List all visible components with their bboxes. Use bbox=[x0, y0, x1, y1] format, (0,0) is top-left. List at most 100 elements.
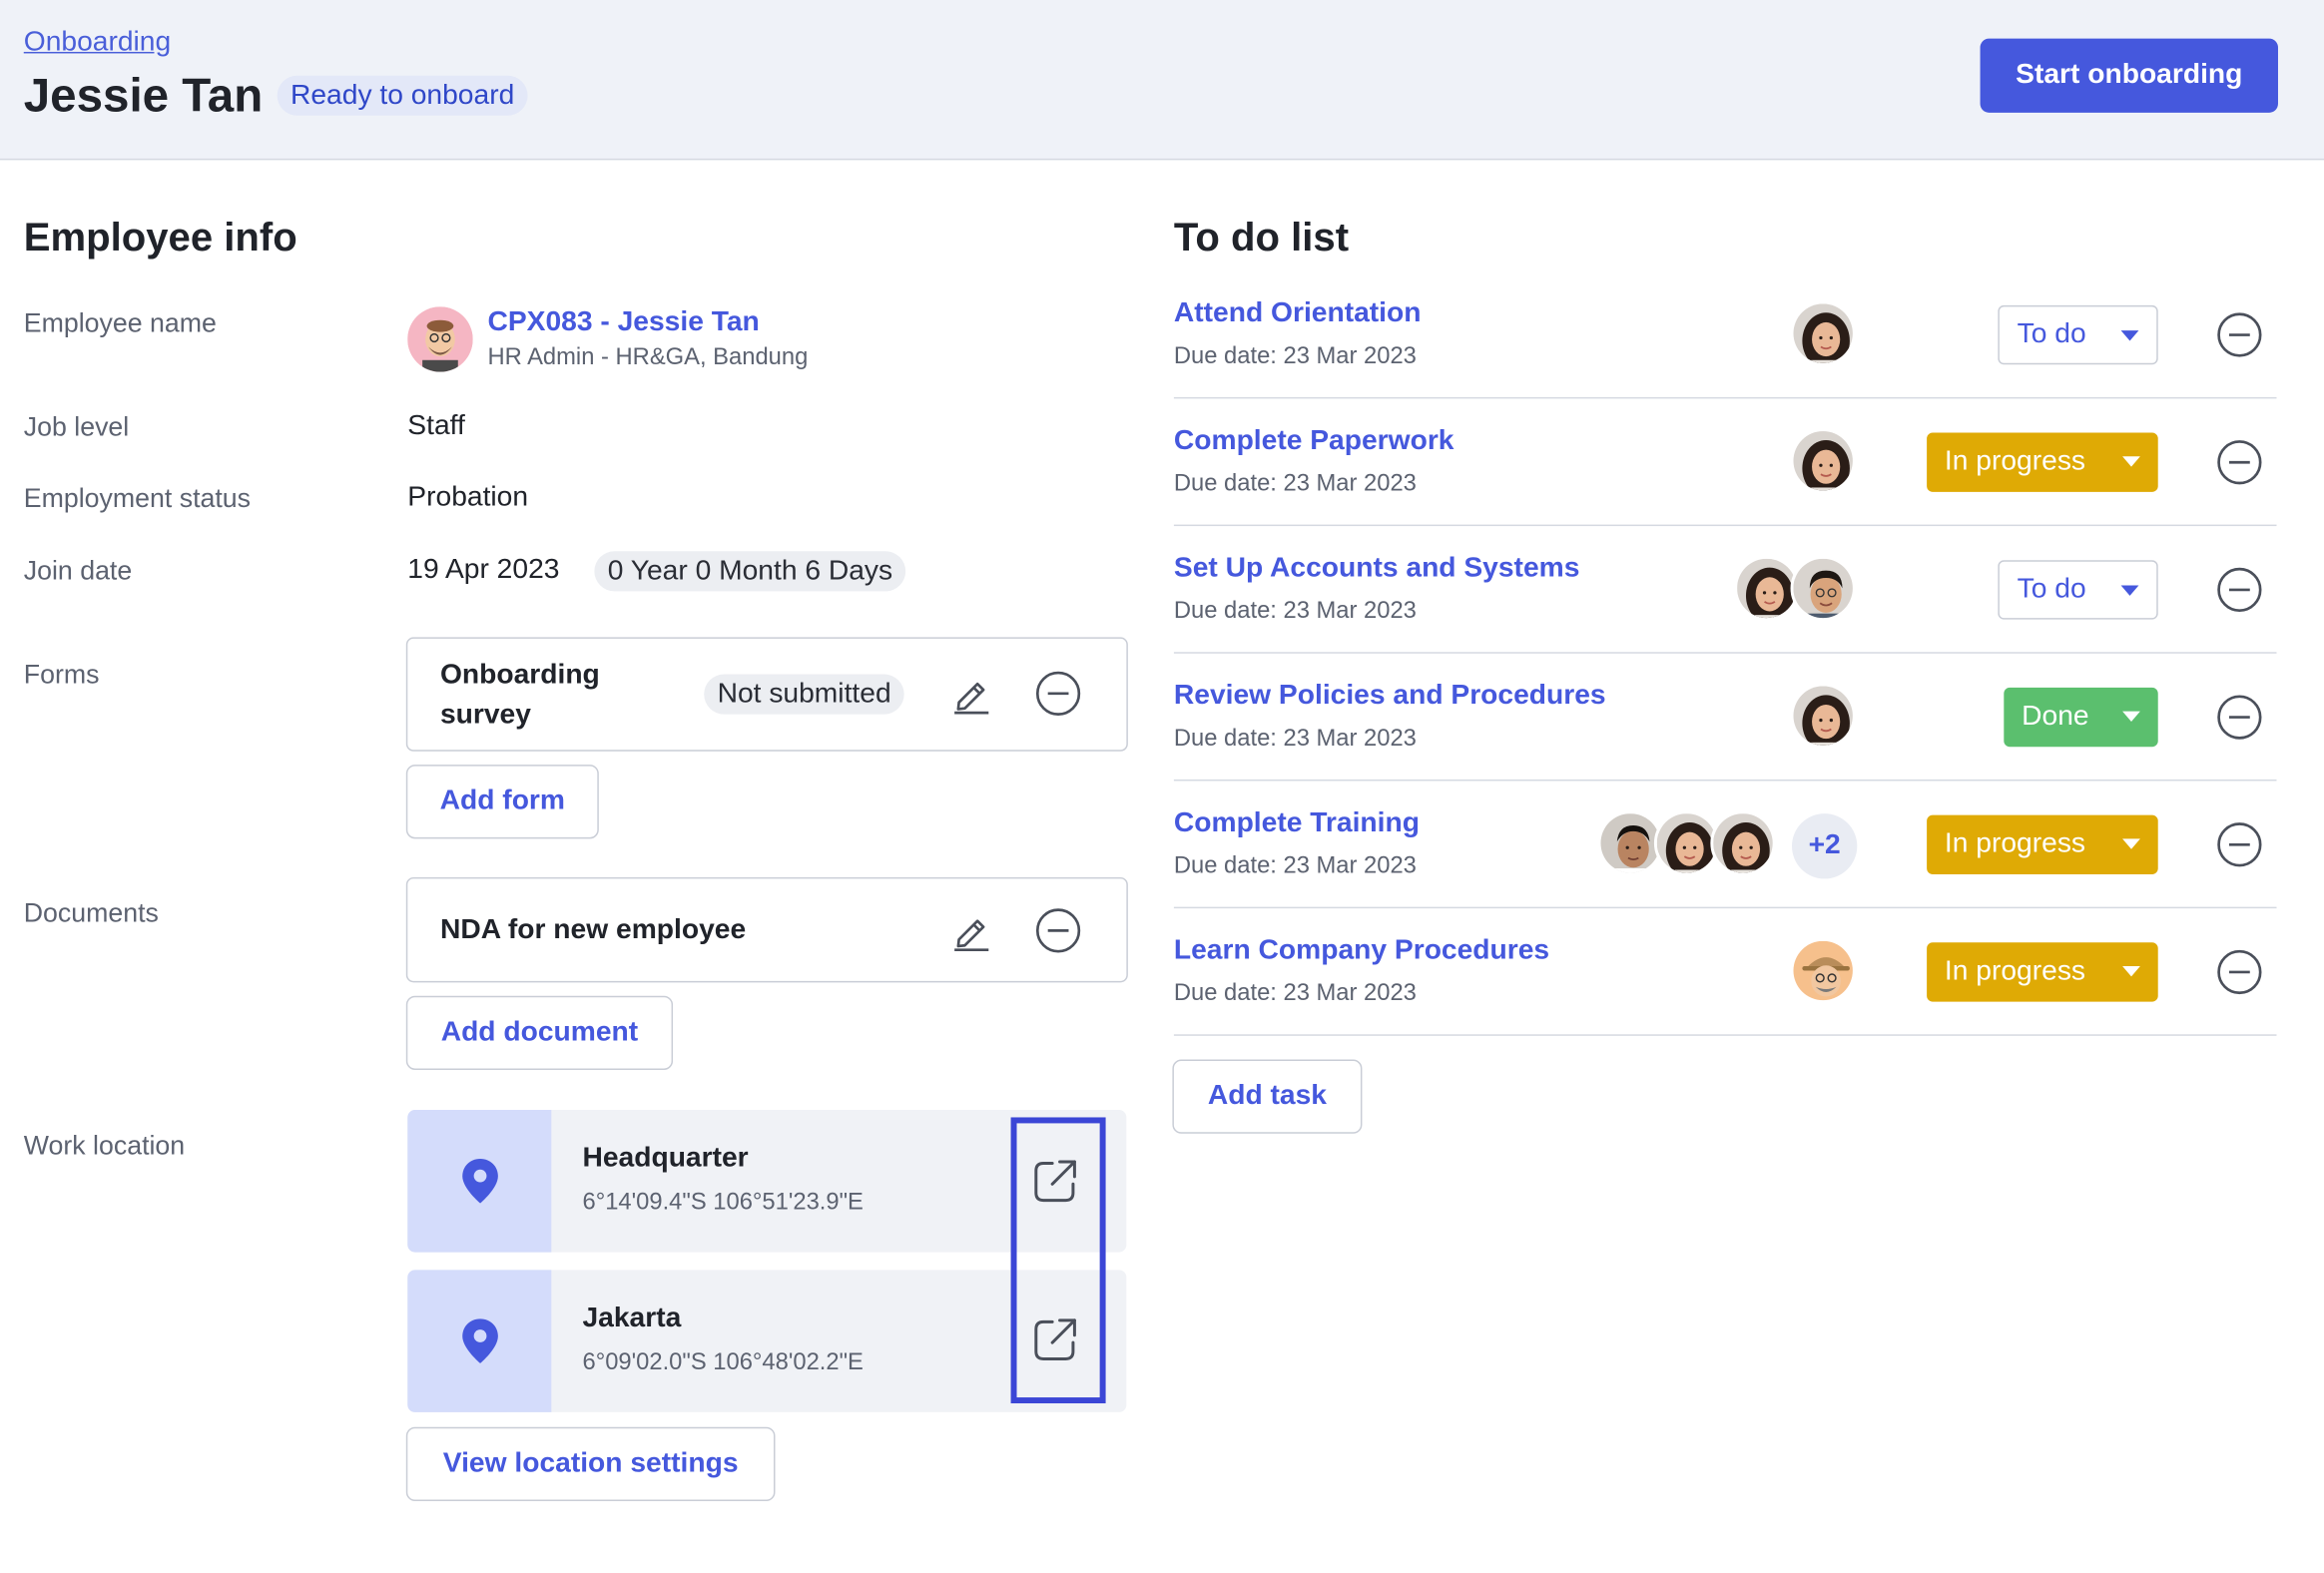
employee-role: HR Admin - HR&GA, Bandung bbox=[487, 344, 809, 371]
remove-task-button[interactable] bbox=[2214, 947, 2264, 997]
map-pin-icon bbox=[461, 1318, 498, 1363]
chevron-down-icon bbox=[2122, 711, 2140, 723]
chevron-down-icon bbox=[2120, 585, 2139, 596]
status-dropdown[interactable]: In progress bbox=[1927, 432, 2158, 492]
minus-circle-icon bbox=[1035, 671, 1081, 716]
join-date-label: Join date bbox=[23, 555, 133, 586]
location-pin-area bbox=[407, 1110, 552, 1253]
assignee-avatar bbox=[1790, 555, 1856, 622]
minus-circle-icon bbox=[2217, 440, 2262, 485]
todo-item: Review Policies and Procedures Due date:… bbox=[1173, 654, 2277, 782]
status-dropdown-label: In progress bbox=[1944, 827, 2086, 860]
todo-due-date: Due date: 23 Mar 2023 bbox=[1173, 343, 1417, 369]
assignee-avatar bbox=[1790, 937, 1856, 1004]
form-status-badge: Not submitted bbox=[704, 674, 905, 715]
location-coordinates: 6°09'02.0"S 106°48'02.2"E bbox=[582, 1349, 864, 1375]
chevron-down-icon bbox=[2122, 456, 2140, 467]
status-dropdown-label: To do bbox=[2017, 318, 2086, 350]
chevron-down-icon bbox=[2120, 330, 2139, 341]
more-assignees-badge[interactable]: +2 bbox=[1792, 813, 1858, 879]
minus-circle-icon bbox=[2217, 695, 2262, 740]
avatar bbox=[407, 306, 473, 372]
status-dropdown[interactable]: In progress bbox=[1927, 814, 2158, 874]
edit-document-button[interactable] bbox=[945, 905, 995, 955]
remove-document-button[interactable] bbox=[1033, 905, 1083, 955]
employee-name-label: Employee name bbox=[23, 307, 217, 338]
todo-due-date: Due date: 23 Mar 2023 bbox=[1173, 471, 1417, 497]
form-title-line-2: survey bbox=[439, 699, 531, 731]
todo-title[interactable]: Complete Training bbox=[1174, 807, 1420, 840]
start-onboarding-button[interactable]: Start onboarding bbox=[1980, 38, 2278, 113]
pencil-icon bbox=[954, 682, 989, 715]
todo-title[interactable]: Review Policies and Procedures bbox=[1174, 680, 1606, 713]
status-dropdown[interactable]: In progress bbox=[1927, 942, 2158, 1002]
minus-circle-icon bbox=[2217, 567, 2262, 613]
status-dropdown[interactable]: To do bbox=[1998, 304, 2158, 365]
status-dropdown-label: In progress bbox=[1944, 955, 2086, 987]
todo-title[interactable]: Learn Company Procedures bbox=[1174, 935, 1549, 968]
job-level-label: Job level bbox=[23, 411, 130, 442]
document-card: NDA for new employee bbox=[405, 876, 1128, 983]
minus-circle-icon bbox=[2217, 312, 2262, 357]
job-level-value: Staff bbox=[407, 410, 465, 442]
remove-task-button[interactable] bbox=[2214, 309, 2264, 359]
chevron-down-icon bbox=[2122, 966, 2140, 977]
minus-circle-icon bbox=[1035, 908, 1081, 953]
assignee-avatar bbox=[1790, 428, 1856, 494]
chevron-down-icon bbox=[2122, 838, 2140, 849]
todo-title[interactable]: Set Up Accounts and Systems bbox=[1174, 553, 1580, 586]
work-location-label: Work location bbox=[23, 1130, 186, 1161]
minus-circle-icon bbox=[2217, 949, 2262, 995]
remove-task-button[interactable] bbox=[2214, 565, 2264, 615]
breadcrumb-onboarding[interactable]: Onboarding bbox=[24, 27, 171, 60]
status-dropdown[interactable]: Done bbox=[2004, 687, 2158, 748]
todo-due-date: Due date: 23 Mar 2023 bbox=[1173, 598, 1417, 625]
page-header: Onboarding Jessie Tan Ready to onboard S… bbox=[0, 0, 2324, 161]
todo-item: Set Up Accounts and Systems Due date: 23… bbox=[1173, 526, 2277, 654]
form-title: Onboarding survey bbox=[440, 655, 600, 735]
view-location-settings-button[interactable]: View location settings bbox=[405, 1426, 776, 1502]
add-document-button[interactable]: Add document bbox=[405, 995, 674, 1070]
status-dropdown-label: In progress bbox=[1944, 445, 2086, 478]
assignee-avatar bbox=[1790, 300, 1856, 366]
todo-due-date: Due date: 23 Mar 2023 bbox=[1173, 853, 1417, 879]
document-title: NDA for new employee bbox=[439, 914, 747, 946]
employee-info-title: Employee info bbox=[23, 215, 297, 260]
edit-form-button[interactable] bbox=[945, 669, 995, 719]
status-dropdown[interactable]: To do bbox=[1998, 560, 2158, 620]
map-pin-icon bbox=[461, 1159, 498, 1204]
todo-item: Learn Company Procedures Due date: 23 Ma… bbox=[1173, 908, 2277, 1036]
remove-task-button[interactable] bbox=[2214, 819, 2264, 869]
status-dropdown-label: Done bbox=[2022, 701, 2089, 733]
form-card: Onboarding survey Not submitted bbox=[405, 637, 1128, 752]
todo-item: Attend Orientation Due date: 23 Mar 2023… bbox=[1173, 271, 2277, 399]
remove-task-button[interactable] bbox=[2214, 437, 2264, 487]
add-form-button[interactable]: Add form bbox=[405, 765, 599, 839]
minus-circle-icon bbox=[2217, 822, 2262, 867]
forms-label: Forms bbox=[23, 659, 100, 690]
todo-list-title: To do list bbox=[1173, 215, 1350, 260]
highlight-box bbox=[1010, 1117, 1106, 1404]
assignee-avatar bbox=[1710, 810, 1776, 876]
employment-status-value: Probation bbox=[407, 481, 529, 513]
remove-form-button[interactable] bbox=[1033, 669, 1083, 719]
location-name: Jakarta bbox=[582, 1303, 682, 1334]
documents-label: Documents bbox=[23, 897, 159, 928]
todo-due-date: Due date: 23 Mar 2023 bbox=[1173, 980, 1417, 1007]
join-date-value: 19 Apr 2023 bbox=[407, 554, 560, 586]
employee-name-link[interactable]: CPX083 - Jessie Tan bbox=[487, 306, 759, 339]
todo-item: Complete Training Due date: 23 Mar 2023 … bbox=[1173, 781, 2277, 909]
status-dropdown-label: To do bbox=[2017, 573, 2086, 605]
remove-task-button[interactable] bbox=[2214, 692, 2264, 742]
assignee-avatar bbox=[1790, 683, 1856, 749]
page-title: Jessie Tan bbox=[23, 68, 264, 122]
location-name: Headquarter bbox=[582, 1142, 749, 1174]
add-task-button[interactable]: Add task bbox=[1172, 1059, 1363, 1134]
todo-title[interactable]: Attend Orientation bbox=[1174, 297, 1422, 330]
location-pin-area bbox=[407, 1270, 552, 1412]
status-badge: Ready to onboard bbox=[277, 75, 528, 116]
pencil-icon bbox=[954, 919, 989, 952]
todo-item: Complete Paperwork Due date: 23 Mar 2023… bbox=[1173, 398, 2277, 527]
employment-status-label: Employment status bbox=[23, 483, 252, 513]
todo-title[interactable]: Complete Paperwork bbox=[1174, 425, 1454, 458]
